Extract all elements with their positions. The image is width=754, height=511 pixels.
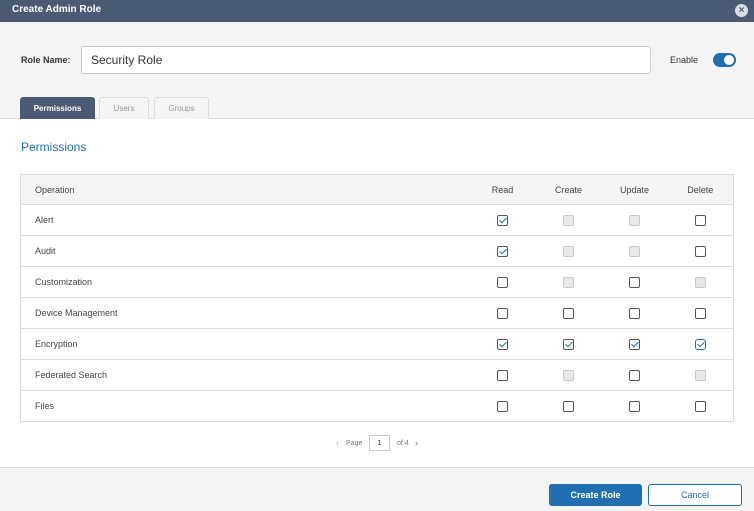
tab-users[interactable]: Users — [99, 97, 149, 119]
delete-checkbox[interactable] — [694, 338, 706, 350]
header-read: Read — [469, 174, 536, 205]
delete-cell — [667, 390, 734, 422]
table-row: Audit — [20, 235, 734, 267]
delete-checkbox[interactable] — [694, 245, 706, 257]
operation-cell: Encryption — [20, 328, 470, 360]
tab-permissions[interactable]: Permissions — [20, 97, 95, 119]
delete-cell — [667, 359, 734, 391]
create-checkbox[interactable] — [563, 307, 574, 319]
update-checkbox — [629, 245, 640, 257]
read-cell — [469, 266, 536, 298]
table-row: Alert — [20, 204, 734, 236]
update-cell — [601, 204, 668, 236]
read-checkbox[interactable] — [497, 245, 508, 257]
create-cell — [535, 297, 602, 329]
pagination: ‹ Page of 4 › — [0, 435, 754, 451]
update-cell — [601, 297, 668, 329]
header-create: Create — [535, 174, 602, 205]
table-header-row: Operation Read Create Update Delete — [20, 174, 734, 205]
read-cell — [469, 390, 536, 422]
delete-cell — [667, 328, 734, 360]
enable-label: Enable — [670, 55, 699, 65]
read-checkbox[interactable] — [497, 276, 508, 288]
update-cell — [601, 359, 668, 391]
chevron-left-icon[interactable]: ‹ — [336, 438, 339, 448]
table-row: Customization — [20, 266, 734, 298]
toggle-knob — [724, 55, 734, 65]
operation-cell: Files — [20, 390, 470, 422]
enable-toggle[interactable] — [713, 53, 736, 67]
delete-cell — [667, 266, 734, 298]
page-number-input[interactable] — [369, 435, 390, 451]
close-icon[interactable]: × — [735, 4, 748, 17]
delete-checkbox[interactable] — [694, 307, 706, 319]
update-checkbox[interactable] — [629, 338, 640, 350]
page-total: of 4 — [397, 440, 409, 447]
chevron-right-icon[interactable]: › — [415, 438, 418, 448]
read-checkbox[interactable] — [497, 400, 508, 412]
permissions-table: Operation Read Create Update Delete Aler… — [20, 174, 734, 422]
header-operation: Operation — [20, 174, 470, 205]
create-checkbox — [563, 369, 574, 381]
update-checkbox[interactable] — [629, 276, 640, 288]
update-cell — [601, 390, 668, 422]
cancel-button[interactable]: Cancel — [648, 484, 742, 506]
dialog-titlebar: Create Admin Role × — [0, 0, 754, 22]
header-delete: Delete — [667, 174, 734, 205]
table-row: Files — [20, 390, 734, 422]
operation-cell: Audit — [20, 235, 470, 267]
create-cell — [535, 328, 602, 360]
read-cell — [469, 328, 536, 360]
role-name-label: Role Name: — [21, 55, 71, 65]
tab-groups[interactable]: Groups — [154, 97, 209, 119]
page-label: Page — [346, 440, 363, 447]
dialog-title: Create Admin Role — [12, 4, 102, 15]
operation-cell: Device Management — [20, 297, 470, 329]
create-checkbox[interactable] — [563, 400, 574, 412]
operation-cell: Customization — [20, 266, 470, 298]
read-checkbox[interactable] — [497, 338, 508, 350]
section-title: Permissions — [21, 140, 87, 154]
update-checkbox[interactable] — [629, 307, 640, 319]
role-name-input[interactable] — [81, 46, 651, 74]
update-checkbox — [629, 214, 640, 226]
read-cell — [469, 235, 536, 267]
read-checkbox[interactable] — [497, 307, 508, 319]
read-cell — [469, 359, 536, 391]
delete-checkbox — [694, 369, 706, 381]
operation-cell: Alert — [20, 204, 470, 236]
update-cell — [601, 328, 668, 360]
create-cell — [535, 235, 602, 267]
delete-cell — [667, 297, 734, 329]
update-checkbox[interactable] — [629, 369, 640, 381]
table-row: Encryption — [20, 328, 734, 360]
dialog-footer: Create Role Cancel — [0, 467, 754, 511]
create-cell — [535, 359, 602, 391]
create-role-button[interactable]: Create Role — [549, 484, 642, 506]
delete-cell — [667, 235, 734, 267]
update-cell — [601, 235, 668, 267]
read-checkbox[interactable] — [497, 214, 508, 226]
create-checkbox[interactable] — [563, 338, 574, 350]
create-cell — [535, 266, 602, 298]
create-checkbox — [563, 276, 574, 288]
table-row: Device Management — [20, 297, 734, 329]
read-cell — [469, 204, 536, 236]
header-update: Update — [601, 174, 668, 205]
table-row: Federated Search — [20, 359, 734, 391]
create-checkbox — [563, 214, 574, 226]
role-header-area: Role Name: Enable Permissions Users Grou… — [0, 22, 754, 119]
update-checkbox[interactable] — [629, 400, 640, 412]
read-checkbox[interactable] — [497, 369, 508, 381]
create-cell — [535, 390, 602, 422]
delete-checkbox — [694, 276, 706, 288]
read-cell — [469, 297, 536, 329]
delete-checkbox[interactable] — [694, 400, 706, 412]
create-checkbox — [563, 245, 574, 257]
delete-checkbox[interactable] — [694, 214, 706, 226]
delete-cell — [667, 204, 734, 236]
operation-cell: Federated Search — [20, 359, 470, 391]
create-cell — [535, 204, 602, 236]
update-cell — [601, 266, 668, 298]
